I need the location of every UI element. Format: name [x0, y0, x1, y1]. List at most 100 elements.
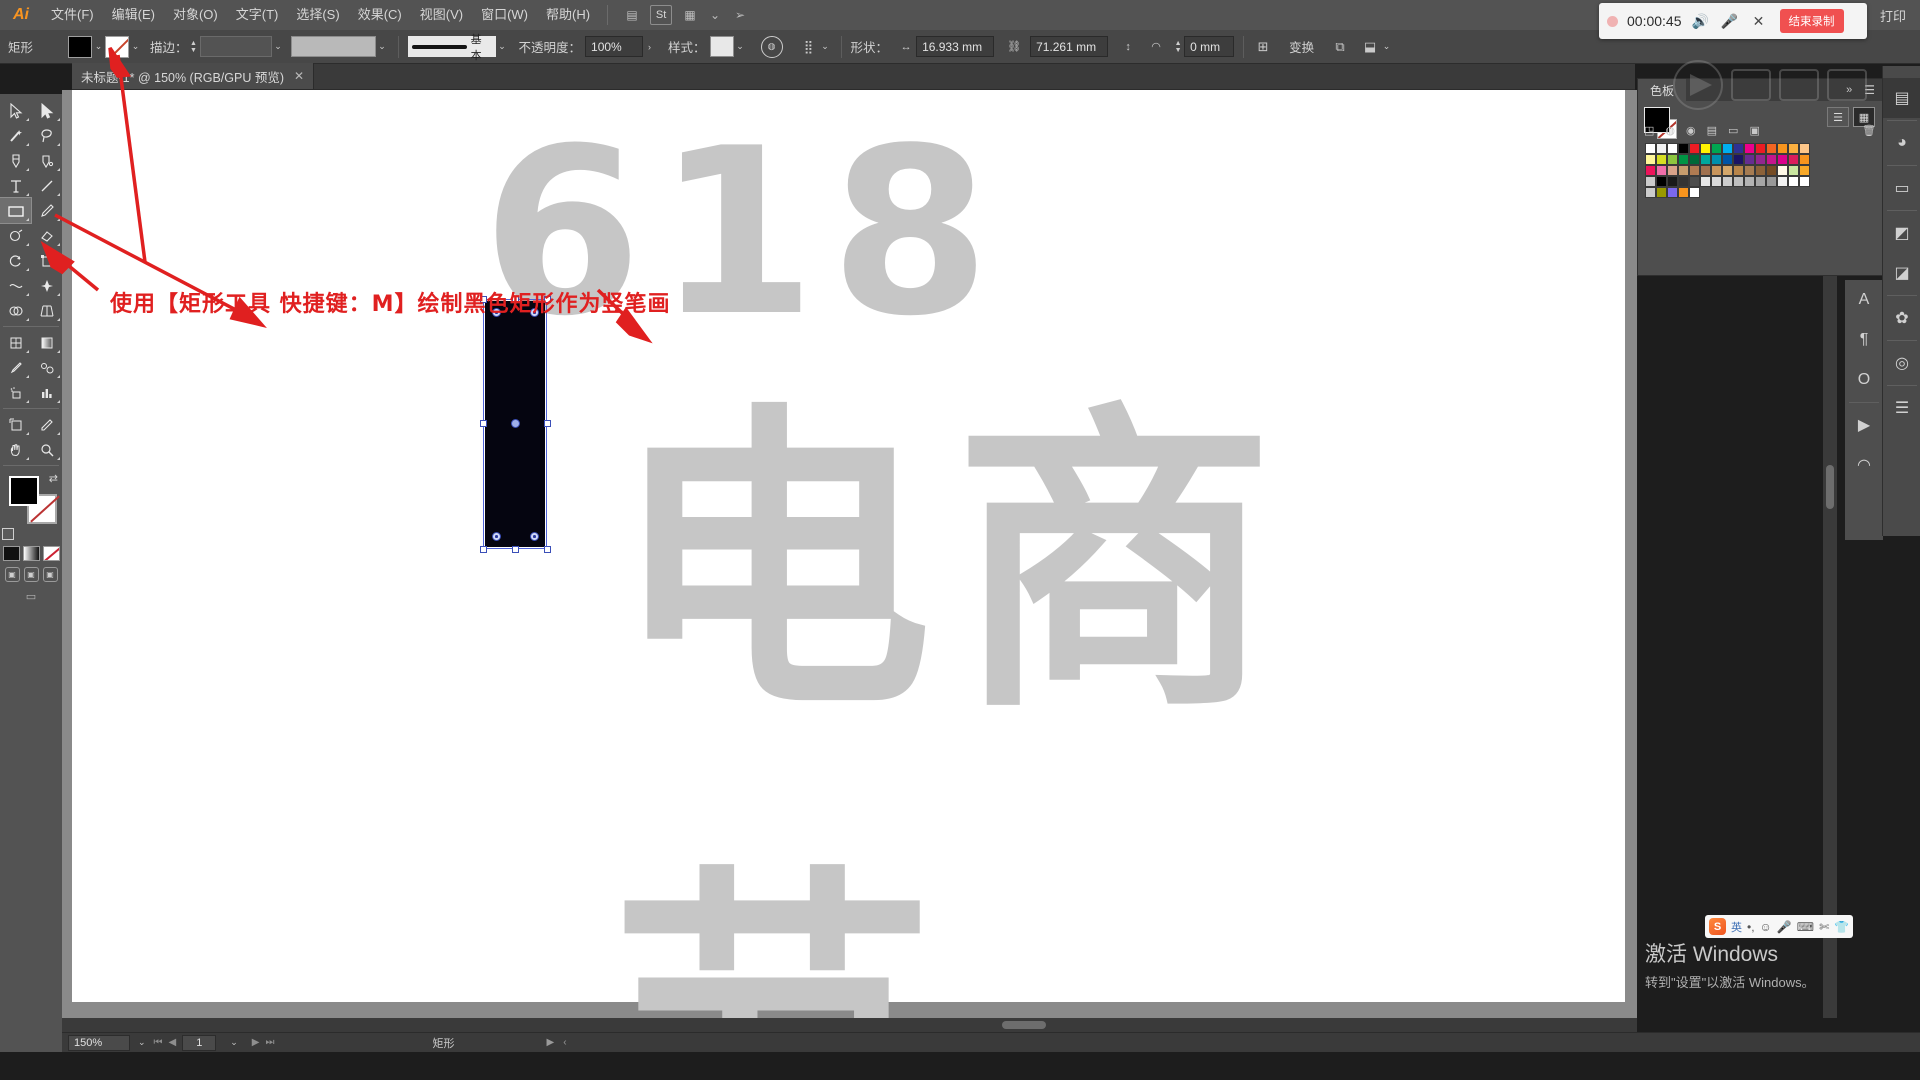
- stroke-weight-chevron-icon[interactable]: ⌄: [272, 36, 285, 58]
- color-swatch[interactable]: [1766, 165, 1777, 176]
- zoom-level-field[interactable]: 150%: [68, 1034, 130, 1051]
- normal-screen-mode[interactable]: ▣: [4, 567, 20, 582]
- color-swatch[interactable]: [1667, 154, 1678, 165]
- new-color-group-icon[interactable]: ▭: [1728, 124, 1738, 137]
- color-swatch[interactable]: [1645, 154, 1656, 165]
- color-swatch[interactable]: [1689, 187, 1700, 198]
- opentype-panel-icon[interactable]: O: [1845, 360, 1883, 400]
- menu-view[interactable]: 视图(V): [411, 0, 472, 30]
- magic-wand-tool[interactable]: [0, 123, 31, 148]
- color-swatch[interactable]: [1645, 143, 1656, 154]
- artboard-tool[interactable]: [0, 412, 31, 437]
- nav-prev-icon[interactable]: ◀: [169, 1037, 177, 1048]
- artboards-panel-icon[interactable]: ▭: [1883, 168, 1920, 208]
- eyedropper-tool[interactable]: [0, 355, 31, 380]
- color-swatch[interactable]: [1755, 165, 1766, 176]
- color-swatch[interactable]: [1722, 165, 1733, 176]
- menu-type[interactable]: 文字(T): [227, 0, 288, 30]
- color-swatch[interactable]: [1744, 154, 1755, 165]
- blend-tool[interactable]: [31, 355, 62, 380]
- sogou-logo-icon[interactable]: S: [1709, 918, 1726, 935]
- zoom-tool[interactable]: [31, 437, 62, 462]
- free-transform-tool[interactable]: [31, 273, 62, 298]
- color-swatch[interactable]: [1689, 165, 1700, 176]
- stroke-weight-stepper[interactable]: ▲ ▼: [188, 36, 200, 58]
- stroke-profile-chevron-icon[interactable]: ⌄: [376, 36, 389, 58]
- zoom-chevron-icon[interactable]: ⌄: [130, 1037, 154, 1048]
- color-swatch[interactable]: [1755, 176, 1766, 187]
- opacity-field[interactable]: 100%: [585, 36, 644, 57]
- pathfinder-panel-icon[interactable]: ◪: [1883, 253, 1920, 293]
- color-swatch[interactable]: [1766, 154, 1777, 165]
- fill-color-indicator[interactable]: [9, 476, 39, 506]
- transform-button[interactable]: 变换: [1283, 37, 1320, 56]
- color-swatch[interactable]: [1678, 176, 1689, 187]
- close-icon[interactable]: ✕: [1749, 13, 1769, 30]
- color-swatch[interactable]: [1678, 187, 1689, 198]
- stock-icon[interactable]: St: [650, 5, 673, 25]
- color-swatch[interactable]: [1700, 154, 1711, 165]
- curvature-tool[interactable]: [31, 148, 62, 173]
- v-scroll-thumb[interactable]: [1826, 465, 1834, 509]
- color-swatch[interactable]: [1722, 143, 1733, 154]
- color-swatch[interactable]: [1733, 165, 1744, 176]
- properties-panel-icon[interactable]: ▤: [1883, 78, 1920, 118]
- color-swatch[interactable]: [1799, 143, 1810, 154]
- menu-file[interactable]: 文件(F): [42, 0, 103, 30]
- new-swatch-icon[interactable]: ▣: [1749, 124, 1759, 137]
- color-swatch[interactable]: [1733, 176, 1744, 187]
- color-swatch[interactable]: [1711, 176, 1722, 187]
- shaper-tool[interactable]: [0, 223, 31, 248]
- corner-radius-stepper[interactable]: ▲ ▼: [1172, 36, 1184, 58]
- color-swatch[interactable]: [1777, 176, 1788, 187]
- color-swatch[interactable]: [1711, 154, 1722, 165]
- color-swatch[interactable]: [1667, 143, 1678, 154]
- color-swatch[interactable]: [1656, 176, 1667, 187]
- character-panel-icon[interactable]: A: [1845, 280, 1883, 320]
- brush-chevron-icon[interactable]: ⌄: [496, 36, 509, 58]
- nav-last-icon[interactable]: ⏭: [266, 1037, 275, 1048]
- color-swatch[interactable]: [1689, 154, 1700, 165]
- color-swatch[interactable]: [1788, 165, 1799, 176]
- shape-width-field[interactable]: 16.933 mm: [916, 36, 995, 57]
- status-play-icon[interactable]: ▶: [547, 1037, 555, 1048]
- color-swatch[interactable]: [1799, 165, 1810, 176]
- color-swatch[interactable]: [1689, 143, 1700, 154]
- rectangle-tool[interactable]: [0, 197, 32, 224]
- speaker-icon[interactable]: 🔊: [1691, 13, 1711, 30]
- selection-handle-bl[interactable]: [480, 546, 487, 553]
- style-chevron-icon[interactable]: ⌄: [734, 36, 747, 58]
- hand-tool[interactable]: [0, 437, 31, 462]
- paintbrush-tool[interactable]: [31, 198, 62, 223]
- menu-select[interactable]: 选择(S): [287, 0, 348, 30]
- selection-handle-br[interactable]: [544, 546, 551, 553]
- brushes-panel-icon[interactable]: ✿: [1883, 298, 1920, 338]
- color-swatch[interactable]: [1656, 154, 1667, 165]
- paragraph-panel-icon[interactable]: ¶: [1845, 320, 1883, 360]
- color-swatch[interactable]: [1645, 187, 1656, 198]
- stroke-chevron-icon[interactable]: ⌄: [129, 36, 142, 58]
- color-swatch[interactable]: [1777, 165, 1788, 176]
- swatch-options-icon[interactable]: ▤: [1707, 124, 1717, 137]
- color-guide-icon[interactable]: ◉: [1686, 124, 1696, 137]
- select-similar-icon[interactable]: ⣿: [799, 39, 819, 55]
- color-panel-icon[interactable]: ◕: [1883, 123, 1920, 163]
- lasso-tool[interactable]: [31, 123, 62, 148]
- color-swatch[interactable]: [1766, 143, 1777, 154]
- color-swatch[interactable]: [1722, 154, 1733, 165]
- close-icon[interactable]: ✕: [294, 69, 304, 83]
- color-swatch[interactable]: [1788, 143, 1799, 154]
- screenshot-icon[interactable]: ✄: [1819, 920, 1829, 934]
- color-swatch[interactable]: [1656, 187, 1667, 198]
- menu-window[interactable]: 窗口(W): [472, 0, 537, 30]
- soft-keyboard-icon[interactable]: ⌨: [1797, 920, 1814, 934]
- gradient-tool[interactable]: [31, 330, 62, 355]
- shape-height-field[interactable]: 71.261 mm: [1030, 36, 1109, 57]
- swatch-libraries-icon[interactable]: ◳: [1644, 124, 1654, 137]
- stroke-color-swatch[interactable]: [105, 35, 129, 58]
- color-swatch[interactable]: [1667, 176, 1678, 187]
- creative-cloud-icon[interactable]: ◠: [1845, 445, 1883, 485]
- line-segment-tool[interactable]: [31, 173, 62, 198]
- full-screen-menu-mode[interactable]: ▣: [23, 567, 39, 582]
- color-swatch[interactable]: [1788, 154, 1799, 165]
